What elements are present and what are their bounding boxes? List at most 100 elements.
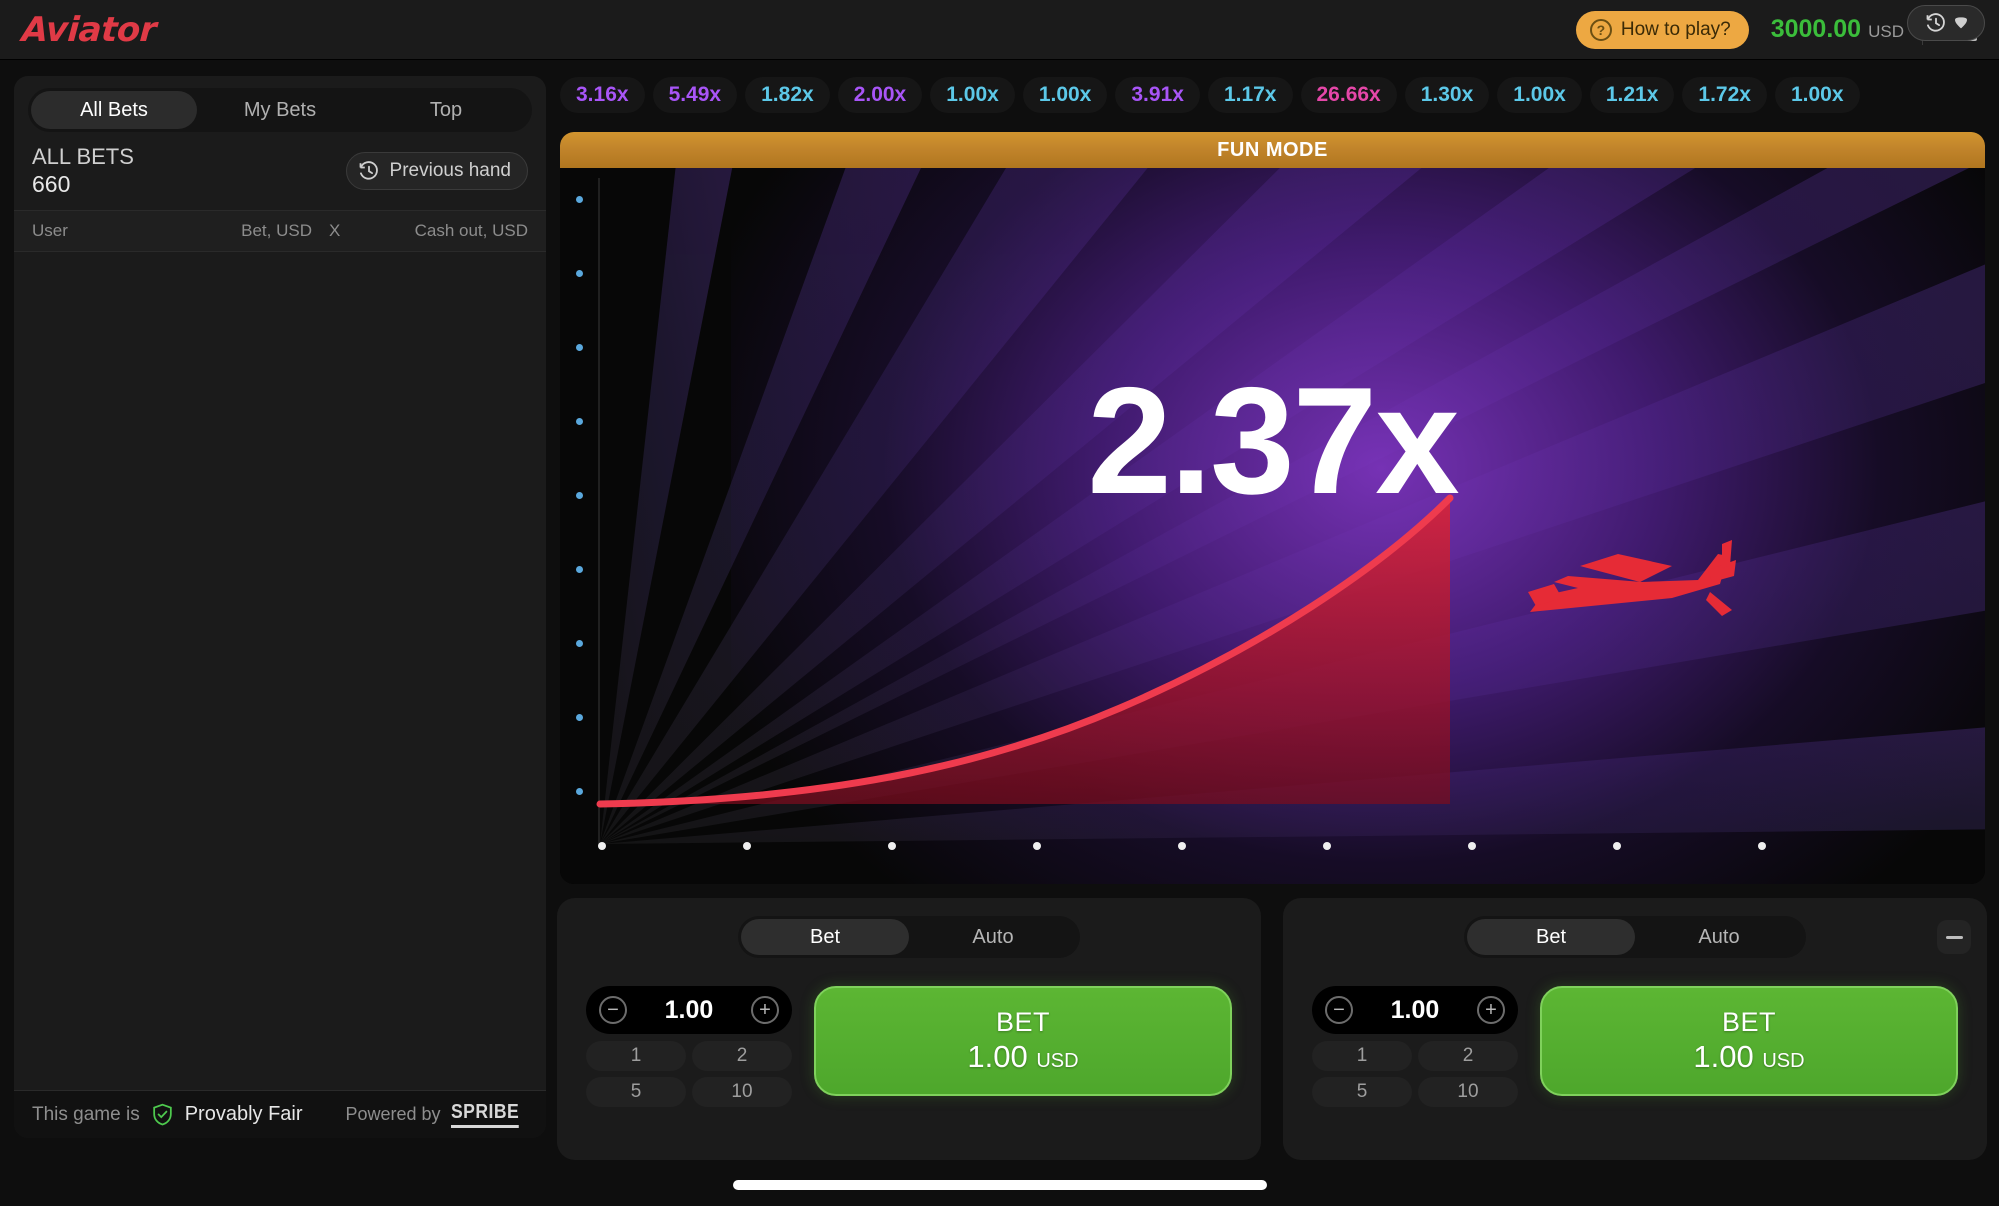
- bet-panel-2-bet-label: BET: [1721, 1007, 1776, 1037]
- bet-panel-1-bet-amount-currency: USD: [1036, 1050, 1079, 1072]
- balance-currency: USD: [1868, 22, 1904, 41]
- bet-panel-1: Bet Auto − 1.00 + 1 2 5 10 BET 1.00 USD: [557, 898, 1261, 1160]
- bet-panel-2-decrement-button[interactable]: −: [1325, 996, 1353, 1024]
- column-multiplier: X: [329, 220, 341, 240]
- bet-panel-1-quick-2[interactable]: 2: [692, 1041, 792, 1071]
- bets-table-header: User Bet, USD X Cash out, USD: [14, 209, 546, 252]
- bet-panel-1-stake-value[interactable]: 1.00: [665, 996, 714, 1025]
- how-to-play-label: How to play?: [1620, 18, 1731, 40]
- bet-panel-1-decrement-button[interactable]: −: [599, 996, 627, 1024]
- bet-panel-1-controls: − 1.00 + 1 2 5 10 BET 1.00 USD: [586, 986, 1232, 1107]
- previous-hand-button[interactable]: Previous hand: [345, 151, 528, 190]
- multiplier-pill[interactable]: 1.72x: [1682, 77, 1767, 113]
- bet-panel-2-stake-column: − 1.00 + 1 2 5 10: [1312, 986, 1518, 1107]
- bet-panel-2: Bet Auto − 1.00 + 1 2 5 10 BET 1.00 USD: [1283, 898, 1987, 1160]
- multiplier-pill[interactable]: 3.91x: [1115, 77, 1200, 113]
- bet-panel-1-stepper: − 1.00 +: [586, 986, 792, 1034]
- bet-panel-2-bet-amount: 1.00 USD: [1693, 1039, 1804, 1075]
- multiplier-pill[interactable]: 5.49x: [652, 77, 738, 113]
- bet-panel-2-quick-1[interactable]: 1: [1312, 1041, 1412, 1071]
- bet-panel-2-stake-value[interactable]: 1.00: [1391, 996, 1440, 1025]
- bet-panel-1-bet-amount-value: 1.00: [967, 1039, 1028, 1074]
- bet-panel-2-bet-amount-value: 1.00: [1693, 1039, 1754, 1074]
- bet-panel-2-controls: − 1.00 + 1 2 5 10 BET 1.00 USD: [1312, 986, 1958, 1107]
- bet-panel-2-quick-5[interactable]: 5: [1312, 1077, 1412, 1107]
- multiplier-pill[interactable]: 1.00x: [1497, 77, 1582, 113]
- balance-display: 3000.00 USD: [1771, 15, 1904, 44]
- bet-panel-2-tabs: Bet Auto: [1464, 916, 1806, 958]
- sidebar-tabs: All Bets My Bets Top: [28, 88, 532, 132]
- current-multiplier: 2.37x: [1087, 356, 1459, 526]
- bet-panel-2-tab-auto[interactable]: Auto: [1635, 919, 1803, 955]
- bet-panel-1-bet-amount: 1.00 USD: [967, 1039, 1078, 1075]
- bet-panel-1-tab-auto[interactable]: Auto: [909, 919, 1077, 955]
- bet-panel-2-collapse-button[interactable]: [1937, 920, 1971, 954]
- column-user: User: [32, 220, 68, 240]
- bet-panel-2-quick-2[interactable]: 2: [1418, 1041, 1518, 1071]
- history-toggle-button[interactable]: [1907, 5, 1985, 41]
- bet-panel-2-quick-10[interactable]: 10: [1418, 1077, 1518, 1107]
- game-plot-area: 2.37x: [560, 168, 1985, 884]
- bets-table-body[interactable]: [14, 252, 546, 1090]
- bet-panel-1-stake-column: − 1.00 + 1 2 5 10: [586, 986, 792, 1107]
- bet-panel-1-bet-button[interactable]: BET 1.00 USD: [814, 986, 1232, 1096]
- multiplier-pill[interactable]: 1.30x: [1404, 77, 1490, 113]
- bet-panel-2-bet-button[interactable]: BET 1.00 USD: [1540, 986, 1958, 1096]
- all-bets-count: 660: [32, 170, 71, 197]
- bet-panel-1-quick-amounts: 1 2 5 10: [586, 1041, 792, 1107]
- airplane-icon: [1528, 540, 1736, 616]
- multiplier-pill[interactable]: 26.66x: [1300, 77, 1397, 113]
- provably-fair-footer: This game is Provably Fair Powered by SP…: [14, 1090, 546, 1138]
- bets-sidebar: All Bets My Bets Top ALL BETS 660 Previo…: [14, 76, 546, 1138]
- history-clock-icon: [359, 161, 378, 180]
- all-bets-text: ALL BETS 660: [32, 144, 134, 198]
- minus-icon: [1945, 935, 1963, 939]
- tab-my-bets[interactable]: My Bets: [197, 91, 363, 129]
- column-bet: Bet, USD: [241, 220, 312, 240]
- bet-panel-2-increment-button[interactable]: +: [1476, 996, 1505, 1024]
- tab-all-bets[interactable]: All Bets: [31, 91, 197, 129]
- bet-panel-2-quick-amounts: 1 2 5 10: [1312, 1041, 1518, 1107]
- fair-prefix: This game is: [32, 1103, 140, 1125]
- bet-panel-2-stepper: − 1.00 +: [1312, 986, 1518, 1034]
- all-bets-summary: ALL BETS 660 Previous hand: [14, 138, 546, 210]
- multiplier-pill[interactable]: 2.00x: [837, 77, 923, 113]
- app-header: Aviator ? How to play? 3000.00 USD: [0, 0, 1999, 60]
- spribe-logo[interactable]: SPRIBE: [450, 1101, 519, 1128]
- bet-panel-2-tab-bet[interactable]: Bet: [1467, 919, 1635, 955]
- multiplier-pill[interactable]: 1.17x: [1207, 77, 1293, 113]
- bet-panel-1-bet-label: BET: [995, 1007, 1050, 1037]
- multiplier-pill[interactable]: 1.00x: [1022, 77, 1108, 113]
- bet-panel-1-quick-5[interactable]: 5: [586, 1077, 686, 1107]
- multiplier-pill[interactable]: 1.82x: [745, 77, 830, 113]
- multiplier-pill[interactable]: 1.00x: [930, 77, 1015, 113]
- multiplier-pill[interactable]: 1.21x: [1589, 77, 1675, 113]
- how-to-play-button[interactable]: ? How to play?: [1575, 10, 1749, 49]
- curve-fill: [600, 498, 1450, 804]
- home-indicator[interactable]: [733, 1180, 1267, 1190]
- bet-panel-1-tabs: Bet Auto: [738, 916, 1080, 958]
- bet-panel-1-quick-10[interactable]: 10: [692, 1077, 792, 1107]
- provably-fair-label[interactable]: Provably Fair: [185, 1103, 303, 1126]
- previous-hand-label: Previous hand: [389, 159, 511, 181]
- app-logo: Aviator: [20, 9, 158, 50]
- bet-panel-1-increment-button[interactable]: +: [750, 996, 779, 1024]
- fun-mode-banner: FUN MODE: [560, 132, 1985, 168]
- multiplier-pill[interactable]: 3.16x: [560, 77, 645, 113]
- bet-panel-1-quick-1[interactable]: 1: [586, 1041, 686, 1071]
- powered-by-label: Powered by: [345, 1104, 441, 1124]
- all-bets-label: ALL BETS: [32, 144, 134, 169]
- column-cashout: Cash out, USD: [414, 220, 528, 240]
- multiplier-pill[interactable]: 1.00x: [1774, 77, 1860, 113]
- tab-top[interactable]: Top: [363, 91, 529, 129]
- chevron-down-icon: [1954, 17, 1967, 29]
- bet-panel-2-bet-amount-currency: USD: [1762, 1050, 1805, 1072]
- balance-amount: 3000.00: [1770, 15, 1862, 43]
- bet-panels: Bet Auto − 1.00 + 1 2 5 10 BET 1.00 USD …: [557, 898, 1987, 1160]
- history-clock-icon: [1926, 13, 1945, 32]
- game-canvas: FUN MODE 2.37x: [560, 132, 1985, 884]
- shield-check-icon: [152, 1103, 172, 1126]
- question-mark-icon: ?: [1589, 18, 1612, 41]
- bet-panel-1-tab-bet[interactable]: Bet: [741, 919, 909, 955]
- powered-by: Powered by SPRIBE: [345, 1101, 528, 1128]
